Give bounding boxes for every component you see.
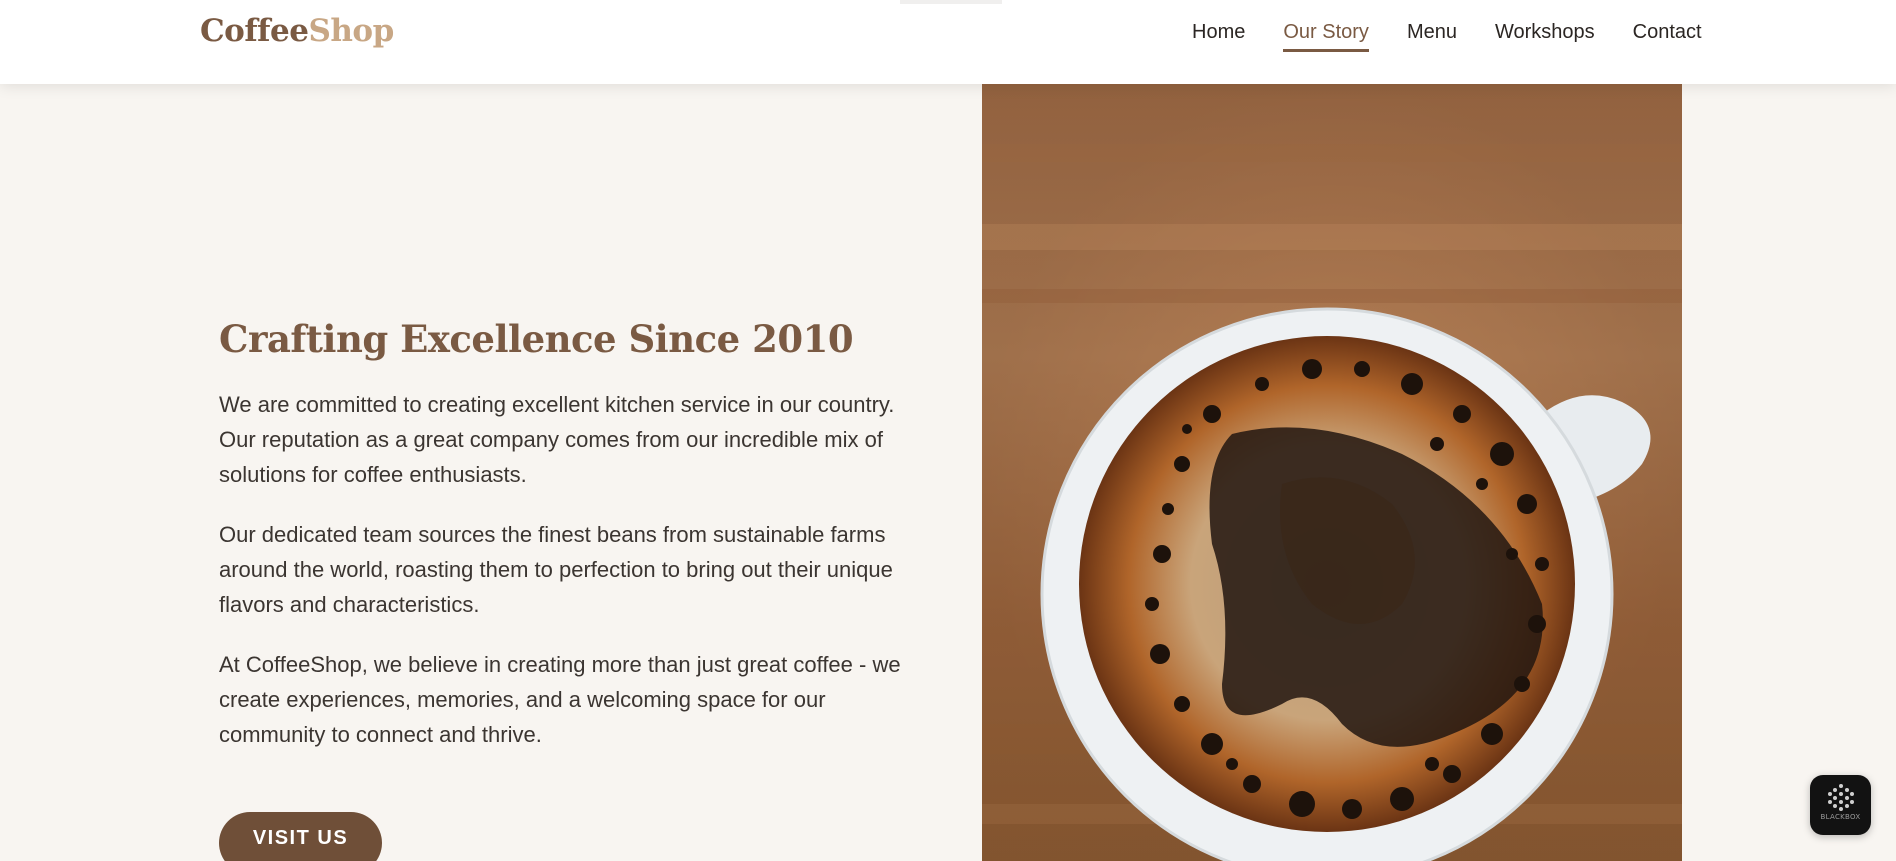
nav-item-our-story[interactable]: Our Story — [1283, 21, 1369, 52]
top-indicator — [900, 0, 1002, 4]
nav-item-contact[interactable]: Contact — [1633, 21, 1702, 52]
badge-label: BLACKBOX — [1820, 813, 1861, 821]
coffee-cup-illustration — [982, 84, 1682, 861]
nav-item-workshops[interactable]: Workshops — [1495, 21, 1595, 52]
logo-text-shop: Shop — [308, 13, 394, 49]
nav-item-home[interactable]: Home — [1192, 21, 1245, 52]
story-section: Crafting Excellence Since 2010 We are co… — [219, 317, 909, 777]
story-heading: Crafting Excellence Since 2010 — [219, 317, 854, 361]
visit-us-button[interactable]: VISIT US — [219, 812, 382, 861]
nav-item-menu[interactable]: Menu — [1407, 21, 1457, 52]
story-paragraph-1: We are committed to creating excellent k… — [219, 392, 895, 487]
story-paragraph-2: Our dedicated team sources the finest be… — [219, 522, 893, 617]
cube-icon — [1828, 784, 1854, 811]
logo-text-coffee: Coffee — [200, 13, 309, 49]
logo[interactable]: CoffeeShop — [200, 13, 394, 49]
main-nav: Home Our Story Menu Workshops Contact — [1192, 21, 1702, 52]
site-header: CoffeeShop Home Our Story Menu Workshops… — [0, 0, 1896, 84]
story-paragraph-3: At CoffeeShop, we believe in creating mo… — [219, 652, 901, 747]
hero-image-coffee-cup — [982, 84, 1682, 861]
floating-badge[interactable]: BLACKBOX — [1810, 775, 1871, 835]
